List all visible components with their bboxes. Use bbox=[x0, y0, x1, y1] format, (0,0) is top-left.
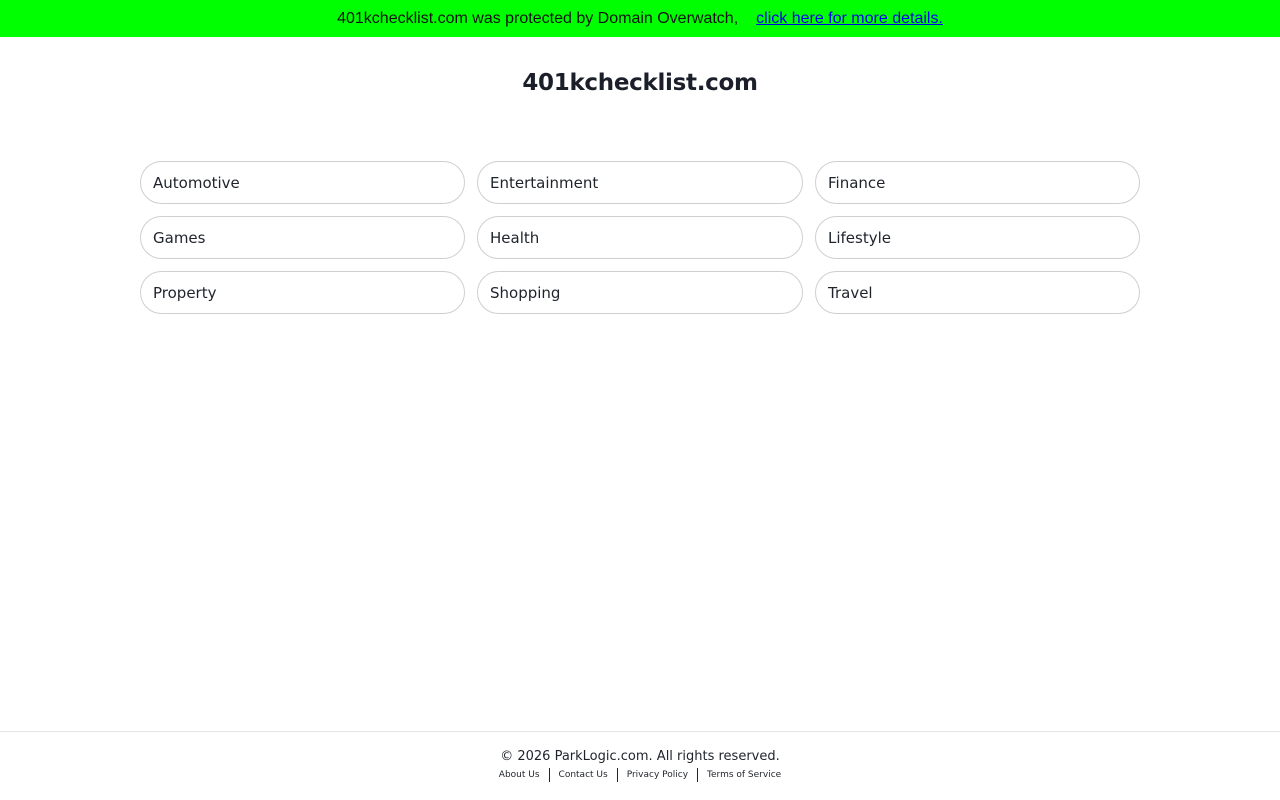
category-automotive[interactable]: Automotive bbox=[140, 161, 465, 204]
category-lifestyle[interactable]: Lifestyle bbox=[815, 216, 1140, 259]
category-label: Automotive bbox=[153, 173, 240, 192]
footer: © 2026 ParkLogic.com. All rights reserve… bbox=[0, 731, 1280, 800]
footer-link-privacy-policy[interactable]: Privacy Policy bbox=[618, 770, 697, 780]
category-label: Lifestyle bbox=[828, 228, 892, 247]
site-title: 401kchecklist.com bbox=[522, 70, 758, 96]
category-label: Shopping bbox=[490, 283, 561, 302]
footer-links: About Us Contact Us Privacy Policy Terms… bbox=[0, 768, 1280, 782]
category-property[interactable]: Property bbox=[140, 271, 465, 314]
category-finance[interactable]: Finance bbox=[815, 161, 1140, 204]
category-label: Games bbox=[153, 228, 206, 247]
category-grid: Automotive Entertainment Finance Games H… bbox=[140, 161, 1140, 314]
category-label: Entertainment bbox=[490, 173, 599, 192]
category-travel[interactable]: Travel bbox=[815, 271, 1140, 314]
footer-link-contact-us[interactable]: Contact Us bbox=[550, 770, 617, 780]
category-games[interactable]: Games bbox=[140, 216, 465, 259]
copyright-text: © 2026 ParkLogic.com. All rights reserve… bbox=[500, 749, 780, 764]
category-label: Property bbox=[153, 283, 217, 302]
category-label: Health bbox=[490, 228, 540, 247]
footer-link-about-us[interactable]: About Us bbox=[490, 770, 549, 780]
category-health[interactable]: Health bbox=[477, 216, 803, 259]
banner-details-link[interactable]: click here for more details. bbox=[756, 10, 943, 28]
protection-banner: 401kchecklist.com was protected by Domai… bbox=[0, 0, 1280, 37]
category-label: Travel bbox=[828, 283, 873, 302]
footer-link-terms-of-service[interactable]: Terms of Service bbox=[698, 770, 790, 780]
category-label: Finance bbox=[828, 173, 886, 192]
banner-message: 401kchecklist.com was protected by Domai… bbox=[337, 9, 739, 27]
category-entertainment[interactable]: Entertainment bbox=[477, 161, 803, 204]
category-shopping[interactable]: Shopping bbox=[477, 271, 803, 314]
